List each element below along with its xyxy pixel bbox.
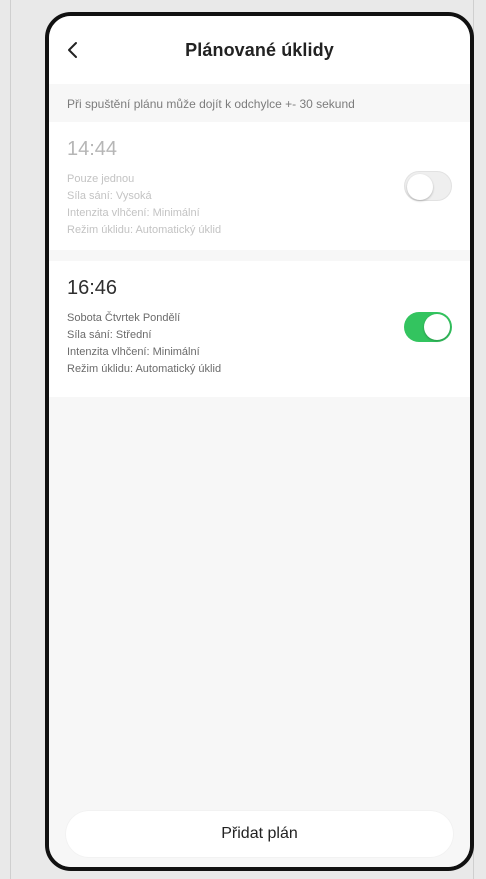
schedule-mopping: Intenzita vlhčení: Minimální bbox=[67, 346, 200, 358]
schedule-suction: Síla sání: Vysoká bbox=[67, 190, 152, 202]
page-title: Plánované úklidy bbox=[185, 40, 334, 60]
schedule-mode: Režim úklidu: Automatický úklid bbox=[67, 363, 222, 375]
schedule-time: 16:46 bbox=[67, 277, 118, 299]
phone-screen: Plánované úklidy Při spuštění plánu může… bbox=[45, 12, 474, 871]
toggle-knob bbox=[407, 174, 433, 200]
schedule-notice: Při spuštění plánu může dojít k odchylce… bbox=[67, 97, 355, 111]
schedule-mode: Režim úklidu: Automatický úklid bbox=[67, 224, 222, 236]
bottom-bar: Přidat plán bbox=[49, 793, 470, 867]
schedule-details: Pouze jednou Síla sání: Vysoká Intenzita… bbox=[67, 171, 221, 239]
header: Plánované úklidy bbox=[49, 16, 470, 84]
schedule-details: Sobota Čtvrtek Pondělí Síla sání: Středn… bbox=[67, 310, 221, 378]
schedule-time: 14:44 bbox=[67, 138, 118, 160]
schedule-repeat: Sobota Čtvrtek Pondělí bbox=[67, 312, 181, 324]
schedule-toggle[interactable] bbox=[404, 312, 452, 342]
schedule-mopping: Intenzita vlhčení: Minimální bbox=[67, 207, 200, 219]
toggle-knob bbox=[424, 314, 450, 340]
schedule-card[interactable]: 16:46 Sobota Čtvrtek Pondělí Síla sání: … bbox=[49, 261, 470, 397]
schedule-card[interactable]: 14:44 Pouze jednou Síla sání: Vysoká Int… bbox=[49, 122, 470, 250]
add-plan-button[interactable]: Přidat plán bbox=[66, 811, 453, 857]
schedule-suction: Síla sání: Střední bbox=[67, 329, 152, 341]
schedule-toggle[interactable] bbox=[404, 171, 452, 201]
schedule-repeat: Pouze jednou bbox=[67, 173, 135, 185]
